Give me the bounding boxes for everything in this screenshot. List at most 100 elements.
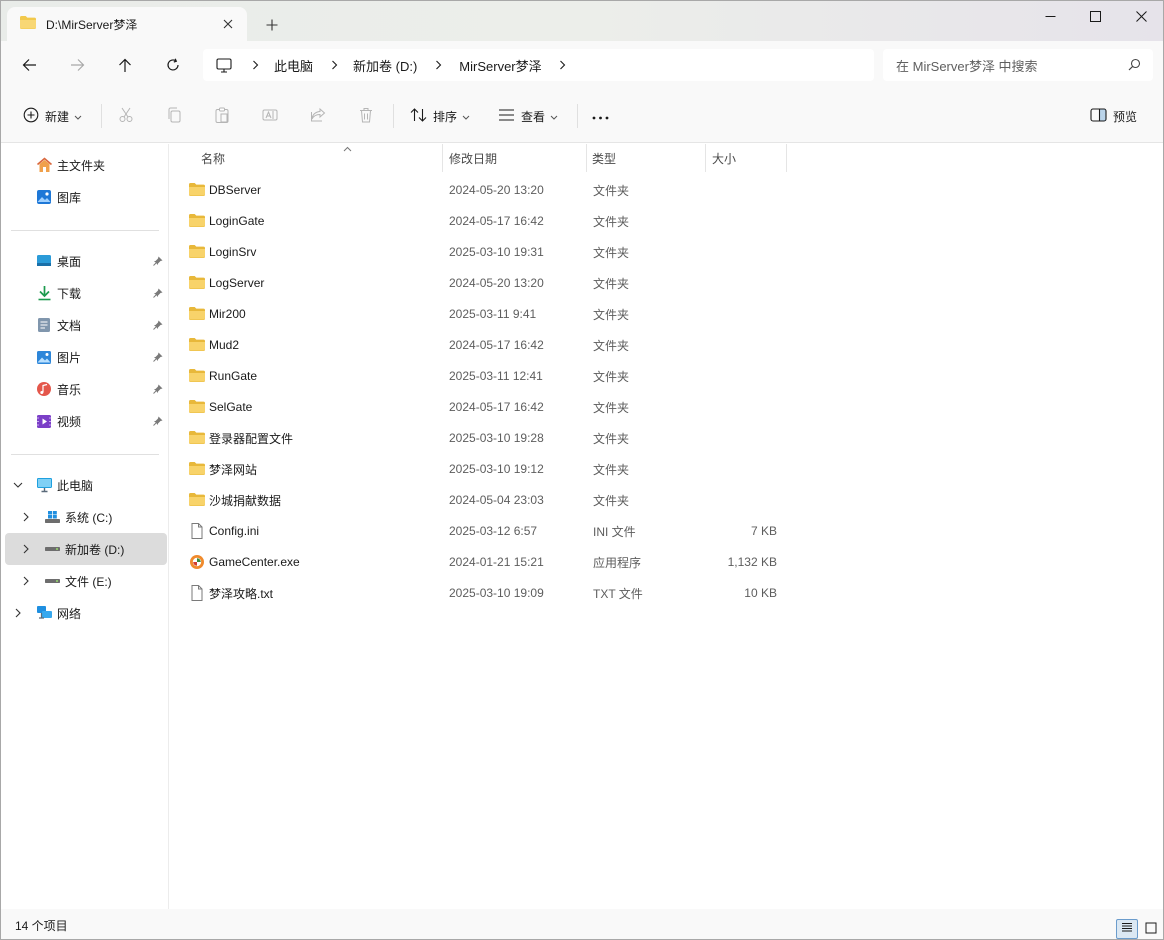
title-bar: D:\MirServer梦泽	[1, 1, 1163, 41]
tiles-view-button[interactable]	[1140, 919, 1162, 939]
file-row[interactable]: DBServer 2024-05-20 13:20 文件夹	[183, 175, 787, 205]
paste-icon	[214, 107, 230, 126]
chevron-right-icon[interactable]	[20, 511, 32, 523]
cut-button[interactable]	[118, 104, 134, 128]
chevron-right-icon[interactable]	[557, 60, 569, 70]
computer-icon	[216, 57, 232, 73]
chevron-down-icon[interactable]	[12, 479, 24, 491]
maximize-button[interactable]	[1072, 1, 1118, 31]
navigation-bar: 此电脑 新加卷 (D:) MirServer梦泽 在 MirServer梦泽 中…	[1, 41, 1163, 89]
rename-button[interactable]	[262, 104, 278, 128]
file-size: 7 KB	[750, 524, 777, 538]
file-row[interactable]: LoginGate 2024-05-17 16:42 文件夹	[183, 206, 787, 236]
file-name: SelGate	[209, 400, 253, 414]
file-type: 文件夹	[593, 338, 630, 353]
close-tab-icon[interactable]	[219, 15, 237, 33]
sidebar-item-label: 图片	[57, 350, 82, 365]
more-options-button[interactable]	[592, 104, 609, 128]
pin-icon[interactable]	[153, 319, 163, 333]
sidebar-item-downloads[interactable]: 下载	[5, 277, 167, 309]
breadcrumb-current-folder[interactable]: MirServer梦泽	[459, 56, 541, 75]
view-button[interactable]: 查看	[498, 104, 558, 128]
column-header-date[interactable]: 修改日期	[449, 144, 587, 172]
sidebar-item-videos[interactable]: 视频	[5, 405, 167, 437]
sort-button[interactable]: 排序	[410, 104, 470, 128]
file-type: TXT 文件	[593, 586, 643, 601]
network-icon	[35, 604, 53, 622]
plus-circle-icon	[23, 107, 39, 126]
file-name: LogServer	[209, 276, 265, 290]
new-tab-button[interactable]	[259, 12, 285, 38]
file-row[interactable]: 沙城捐献数据 2024-05-04 23:03 文件夹	[183, 485, 787, 515]
forward-button[interactable]	[62, 51, 92, 79]
sidebar-item-drive-e[interactable]: 文件 (E:)	[5, 565, 167, 597]
column-header-type[interactable]: 类型	[592, 144, 706, 172]
file-icon	[188, 523, 206, 539]
file-row[interactable]: 梦泽攻略.txt 2025-03-10 19:09 TXT 文件 10 KB	[183, 578, 787, 608]
file-row[interactable]: 梦泽网站 2025-03-10 19:12 文件夹	[183, 454, 787, 484]
file-row[interactable]: GameCenter.exe 2024-01-21 15:21 应用程序 1,132 …	[183, 547, 787, 577]
chevron-right-icon[interactable]	[12, 607, 24, 619]
folder-icon	[19, 15, 37, 33]
sidebar-item-pictures[interactable]: 图片	[5, 341, 167, 373]
up-button[interactable]	[110, 51, 140, 79]
share-icon	[310, 107, 326, 126]
pin-icon[interactable]	[153, 255, 163, 269]
column-header-name[interactable]: 名称	[201, 144, 443, 172]
file-type: 文件夹	[593, 183, 630, 198]
sidebar-item-gallery[interactable]: 图库	[5, 181, 167, 213]
file-date: 2025-03-10 19:28	[449, 431, 544, 445]
sidebar-item-drive-d[interactable]: 新加卷 (D:)	[5, 533, 167, 565]
details-view-button[interactable]	[1116, 919, 1138, 939]
pin-icon[interactable]	[153, 287, 163, 301]
preview-pane-icon	[1090, 107, 1107, 125]
new-button[interactable]: 新建	[23, 104, 82, 128]
tab-current-folder[interactable]: D:\MirServer梦泽	[7, 7, 247, 41]
file-row[interactable]: LogServer 2024-05-20 13:20 文件夹	[183, 268, 787, 298]
file-type: 文件夹	[593, 245, 630, 260]
sidebar-item-documents[interactable]: 文档	[5, 309, 167, 341]
file-row[interactable]: LoginSrv 2025-03-10 19:31 文件夹	[183, 237, 787, 267]
chevron-right-icon[interactable]	[20, 575, 32, 587]
sidebar-item-label: 音乐	[57, 382, 82, 397]
file-row[interactable]: Config.ini 2025-03-12 6:57 INI 文件 7 KB	[183, 516, 787, 546]
sidebar-item-network[interactable]: 网络	[5, 597, 167, 629]
pin-icon[interactable]	[153, 351, 163, 365]
close-window-button[interactable]	[1118, 1, 1163, 31]
copy-button[interactable]	[166, 104, 182, 128]
breadcrumb-drive-d[interactable]: 新加卷 (D:)	[353, 56, 417, 75]
share-button[interactable]	[310, 104, 326, 128]
file-row[interactable]: 登录器配置文件 2025-03-10 19:28 文件夹	[183, 423, 787, 453]
file-row[interactable]: Mud2 2024-05-17 16:42 文件夹	[183, 330, 787, 360]
file-date: 2024-05-20 13:20	[449, 276, 544, 290]
breadcrumb-this-pc[interactable]: 此电脑	[274, 56, 313, 75]
sidebar-item-label: 视频	[57, 414, 82, 429]
file-row[interactable]: RunGate 2025-03-11 12:41 文件夹	[183, 361, 787, 391]
chevron-right-icon[interactable]	[20, 543, 32, 555]
chevron-right-icon	[249, 60, 261, 70]
address-bar[interactable]: 此电脑 新加卷 (D:) MirServer梦泽	[203, 49, 874, 81]
preview-pane-button[interactable]: 预览	[1090, 104, 1137, 128]
pin-icon[interactable]	[153, 415, 163, 429]
view-button-label: 查看	[521, 109, 546, 124]
back-button[interactable]	[14, 51, 44, 79]
pin-icon[interactable]	[153, 383, 163, 397]
file-row[interactable]: SelGate 2024-05-17 16:42 文件夹	[183, 392, 787, 422]
file-explorer-window: D:\MirServer梦泽 此电脑 新加卷 (D:) MirServer梦泽 …	[0, 0, 1164, 940]
column-header-size[interactable]: 大小	[712, 144, 787, 172]
minimize-button[interactable]	[1027, 1, 1073, 31]
sidebar-item-drive-c[interactable]: 系统 (C:)	[5, 501, 167, 533]
sidebar-item-label: 文件 (E:)	[65, 574, 112, 589]
sidebar-item-music[interactable]: 音乐	[5, 373, 167, 405]
search-box[interactable]: 在 MirServer梦泽 中搜索	[883, 49, 1153, 81]
sidebar-item-home[interactable]: 主文件夹	[5, 149, 167, 181]
refresh-button[interactable]	[158, 51, 188, 79]
delete-button[interactable]	[358, 104, 374, 128]
file-row[interactable]: Mir200 2025-03-11 9:41 文件夹	[183, 299, 787, 329]
sidebar-item-this-pc[interactable]: 此电脑	[5, 469, 167, 501]
paste-button[interactable]	[214, 104, 230, 128]
folder-icon	[188, 213, 206, 229]
sidebar-item-desktop[interactable]: 桌面	[5, 245, 167, 277]
folder-icon	[188, 492, 206, 508]
toolbar-divider	[393, 104, 394, 128]
